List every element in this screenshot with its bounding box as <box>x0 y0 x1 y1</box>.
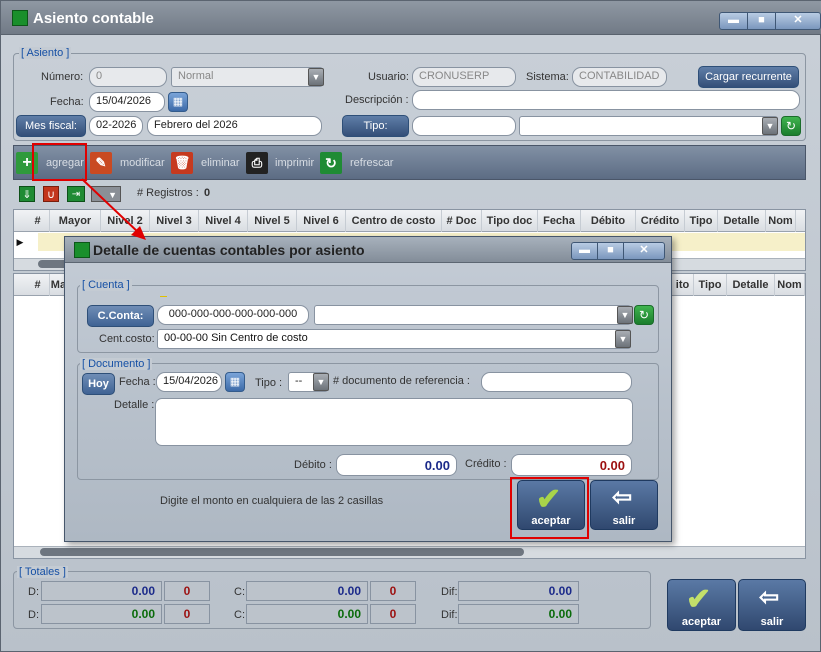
annotation-arrow <box>81 178 146 240</box>
